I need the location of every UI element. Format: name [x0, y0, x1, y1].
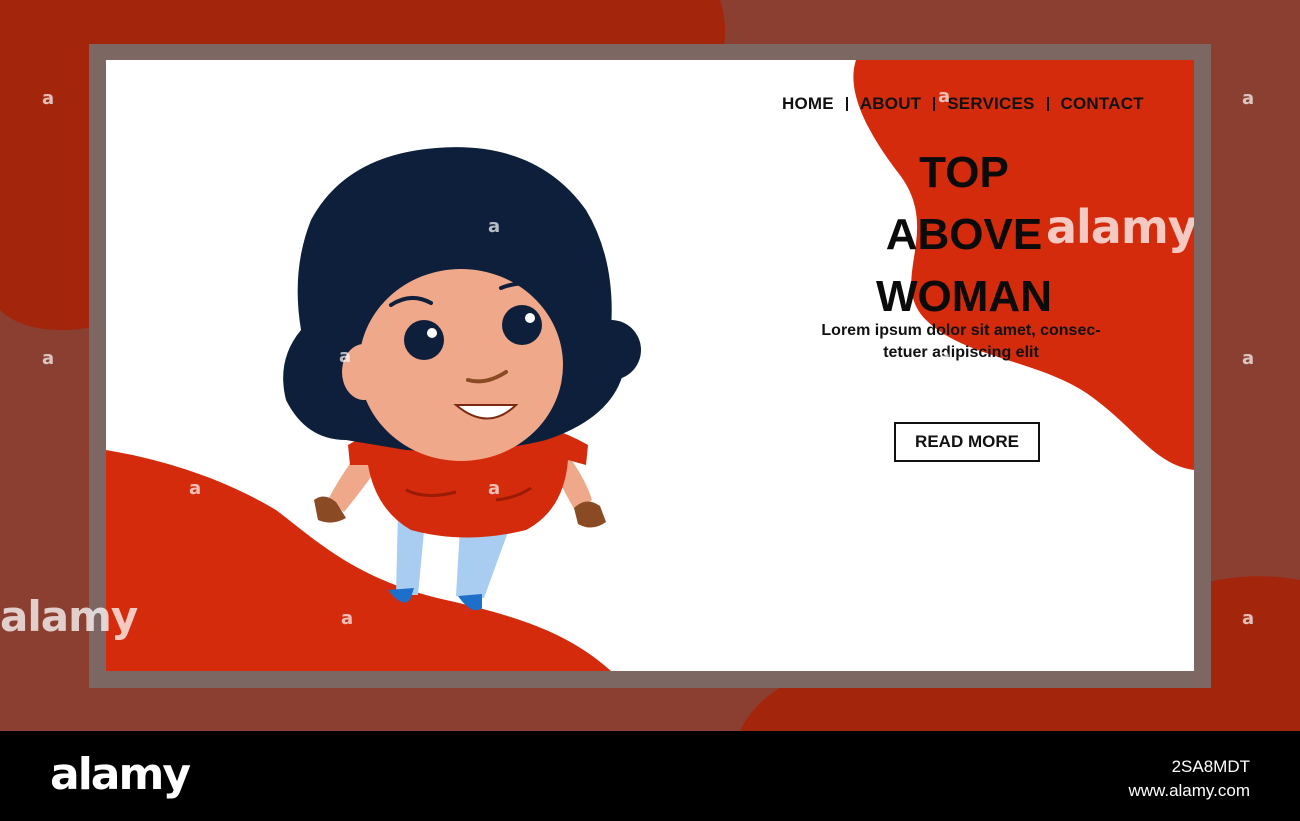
footer-image-id: 2SA8MDT — [1171, 757, 1250, 776]
woman-illustration — [283, 147, 641, 611]
watermark: alamy — [0, 592, 138, 641]
watermark: a — [488, 478, 501, 499]
footer-logo: alamy — [50, 749, 191, 800]
watermark: alamy — [1046, 200, 1194, 254]
footer-image-info: 2SA8MDT www.alamy.com — [1128, 755, 1250, 803]
watermark: a — [341, 608, 354, 629]
watermark: a — [1242, 88, 1255, 109]
watermark: a — [42, 348, 55, 369]
watermark: a — [488, 216, 501, 237]
watermark: a — [938, 86, 951, 107]
watermark: a — [339, 346, 352, 367]
watermark: a — [1242, 348, 1255, 369]
watermark: a — [1242, 608, 1255, 629]
watermark: a — [189, 478, 202, 499]
stock-footer: alamy 2SA8MDT www.alamy.com — [0, 731, 1300, 821]
watermark: a — [42, 88, 55, 109]
footer-site: www.alamy.com — [1128, 781, 1250, 800]
watermark: a — [938, 608, 951, 629]
landing-card: HOME ABOUT SERVICES CONTACT TOP ABOVE WO… — [106, 60, 1194, 671]
watermark: a — [938, 346, 951, 367]
